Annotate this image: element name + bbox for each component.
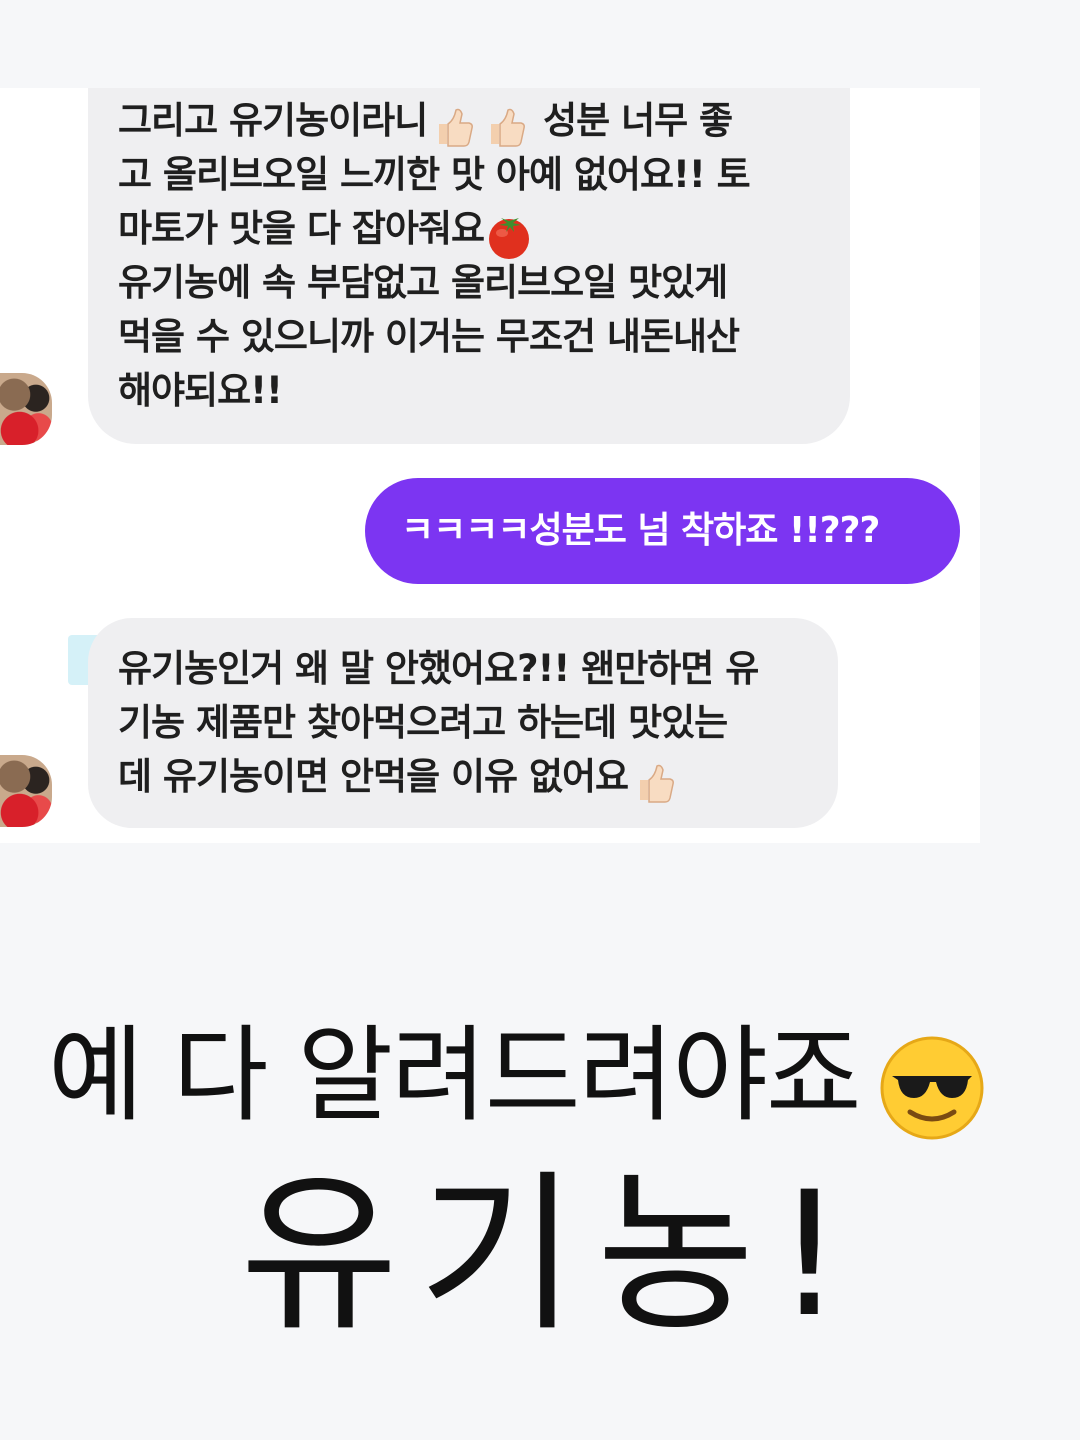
- message-text: 기농 제품만 찾아먹으려고 하는데 맛있는: [118, 701, 728, 744]
- incoming-message-1: 그리고 유기농이라니 성분 너무 좋 고 올리브오일 느끼한 맛 아예 없어요!…: [88, 88, 850, 444]
- tomato-icon: [484, 211, 534, 261]
- message-text: 유기농에 속 부담없고 올리브오일 맛있게: [118, 261, 728, 304]
- message-text: 마토가 맛을 다 잡아줘요: [118, 207, 485, 250]
- message-text: 유기농인거 왜 말 안했어요?!! 왠만하면 유: [118, 647, 759, 690]
- message-text: 성분 너무 좋: [531, 99, 733, 142]
- chat-screenshot: 그리고 유기농이라니 성분 너무 좋 고 올리브오일 느끼한 맛 아예 없어요!…: [0, 88, 980, 843]
- thumbs-up-icon: [433, 104, 474, 148]
- message-text: 고 올리브오일 느끼한 맛 아예 없어요!! 토: [118, 153, 751, 196]
- thumbs-up-icon: [634, 760, 675, 804]
- avatar[interactable]: [0, 373, 52, 445]
- incoming-message-2: 유기농인거 왜 말 안했어요?!! 왠만하면 유 기농 제품만 찾아먹으려고 하…: [88, 618, 838, 828]
- message-text: 데 유기농이면 안먹을 이유 없어요: [118, 755, 629, 798]
- message-text: 먹을 수 있으니까 이거는 무조건 내돈내산: [118, 315, 740, 358]
- message-text: 해야되요!!: [118, 369, 283, 412]
- caption-line-1: 예 다 알려드려야죠: [48, 1010, 986, 1140]
- message-text: ㅋㅋㅋㅋ성분도 넘 착하죠 !!???: [401, 510, 880, 551]
- message-text: 그리고 유기농이라니: [118, 99, 428, 142]
- outgoing-message: ㅋㅋㅋㅋ성분도 넘 착하죠 !!???: [365, 478, 960, 584]
- thumbs-up-icon: [485, 104, 526, 148]
- sunglasses-face-icon: [878, 1034, 986, 1142]
- caption-line-2: 유기농!: [240, 1154, 864, 1355]
- avatar[interactable]: [0, 755, 52, 827]
- caption-text: 예 다 알려드려야죠: [48, 1014, 862, 1136]
